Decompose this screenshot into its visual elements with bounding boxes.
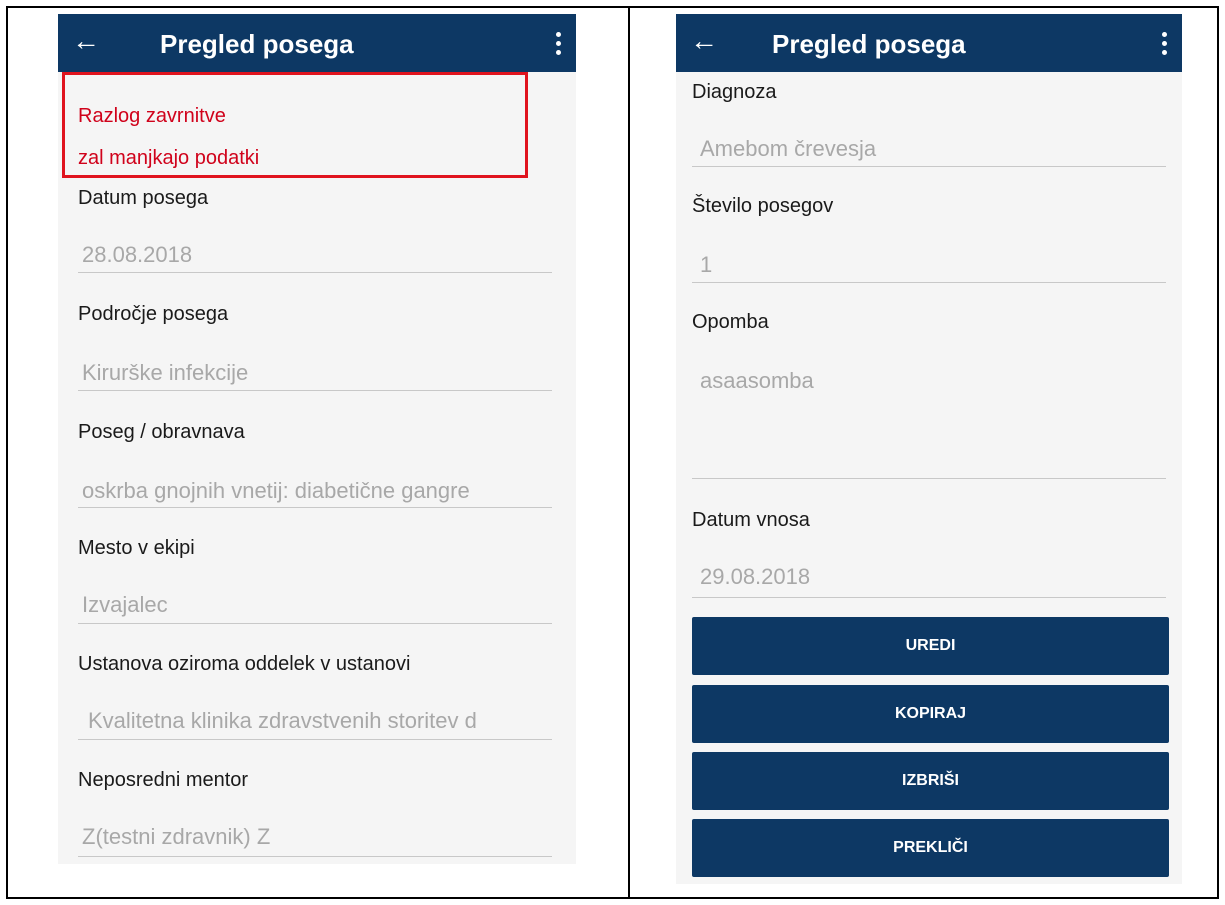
delete-button[interactable]: IZBRIŠI [692, 752, 1169, 810]
field-underline [78, 272, 552, 273]
edit-button[interactable]: UREDI [692, 617, 1169, 675]
back-arrow-icon[interactable]: ← [72, 26, 100, 56]
field-label-date: Datum posega [78, 187, 209, 209]
field-underline [692, 166, 1166, 167]
field-label-procedure: Poseg / obravnava [78, 421, 245, 443]
field-label-area: Področje posega [78, 303, 229, 325]
field-label-entry-date: Datum vnosa [692, 509, 810, 531]
field-value-note[interactable]: asaasomba [700, 368, 1160, 394]
field-label-institution: Ustanova oziroma oddelek v ustanovi [78, 653, 411, 675]
more-vert-icon[interactable] [1162, 32, 1168, 56]
field-underline [692, 597, 1166, 598]
right-screen: Diagnoza ← Pregled posega Amebom črevesj… [676, 14, 1182, 884]
field-value-diagnosis[interactable]: Amebom črevesja [700, 136, 1160, 162]
field-label-note: Opomba [692, 311, 769, 333]
app-bar: ← Pregled posega [676, 14, 1182, 72]
field-underline [78, 390, 552, 391]
field-label-team-role: Mesto v ekipi [78, 537, 195, 559]
page-title: Pregled posega [772, 29, 966, 59]
field-value-institution[interactable]: Kvalitetna klinika zdravstvenih storitev… [88, 708, 552, 734]
field-underline [78, 507, 552, 508]
field-value-area[interactable]: Kirurške infekcije [82, 360, 552, 386]
copy-button[interactable]: KOPIRAJ [692, 685, 1169, 743]
field-label-diagnosis: Diagnoza [692, 81, 777, 103]
field-label-mentor: Neposredni mentor [78, 769, 249, 791]
frame-divider [628, 8, 630, 897]
app-bar: ← Pregled posega [58, 14, 576, 72]
more-vert-icon[interactable] [556, 32, 562, 56]
field-underline [78, 739, 552, 740]
field-value-team-role[interactable]: Izvajalec [82, 592, 552, 618]
field-value-entry-date[interactable]: 29.08.2018 [700, 564, 1160, 590]
field-underline [78, 623, 552, 624]
field-value-procedure[interactable]: oskrba gnojnih vnetij: diabetične gangre [82, 478, 552, 504]
field-underline [692, 478, 1166, 479]
left-screen: ← Pregled posega Razlog zavrnitve zal ma… [58, 14, 576, 864]
page-title: Pregled posega [160, 29, 354, 59]
cancel-button[interactable]: PREKLIČI [692, 819, 1169, 877]
field-underline [78, 856, 552, 857]
back-arrow-icon[interactable]: ← [690, 26, 718, 56]
field-value-mentor[interactable]: Z(testni zdravnik) Z [82, 824, 552, 850]
field-value-count[interactable]: 1 [700, 252, 1160, 278]
highlight-box [62, 72, 528, 178]
field-label-count: Število posegov [692, 195, 834, 217]
field-value-date[interactable]: 28.08.2018 [82, 242, 552, 268]
field-underline [692, 282, 1166, 283]
